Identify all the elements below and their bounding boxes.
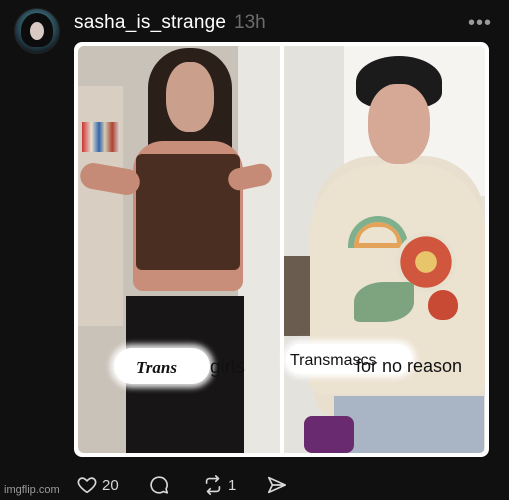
bag xyxy=(304,416,354,453)
person-face xyxy=(166,62,214,132)
watermark: imgflip.com xyxy=(4,484,60,496)
username[interactable]: sasha_is_strange xyxy=(74,12,226,34)
avatar[interactable] xyxy=(14,8,60,54)
like-count: 20 xyxy=(102,476,119,494)
post-time: 13h xyxy=(234,12,266,33)
person-face xyxy=(368,84,430,164)
jeans xyxy=(334,396,484,453)
leaf-print xyxy=(354,282,414,322)
repost-icon xyxy=(205,475,221,495)
caption-trans: Trans xyxy=(136,358,177,377)
post-image[interactable]: Trans girls Transmascs for no reason xyxy=(74,42,489,457)
comment-button[interactable] xyxy=(148,474,170,496)
post-header: sasha_is_strange 13h ••• xyxy=(0,0,509,54)
books xyxy=(82,122,120,152)
repost-count: 1 xyxy=(228,476,237,494)
repost-button[interactable]: 1 xyxy=(202,474,236,496)
send-icon xyxy=(267,476,287,494)
heart-icon xyxy=(77,477,97,494)
meme-panel-left xyxy=(78,46,280,453)
door xyxy=(238,46,280,453)
strawberry-print xyxy=(428,290,458,320)
post-actions: 20 1 xyxy=(0,470,509,500)
caption-girls: girls xyxy=(210,357,245,378)
brown-top xyxy=(136,154,240,270)
avatar-face xyxy=(30,22,44,40)
comment-icon xyxy=(150,476,169,494)
meme-panel-right xyxy=(284,46,485,453)
caption-for-no-reason: for no reason xyxy=(355,356,463,376)
like-button[interactable]: 20 xyxy=(76,474,119,496)
more-icon[interactable]: ••• xyxy=(468,12,492,35)
share-button[interactable] xyxy=(266,474,288,496)
